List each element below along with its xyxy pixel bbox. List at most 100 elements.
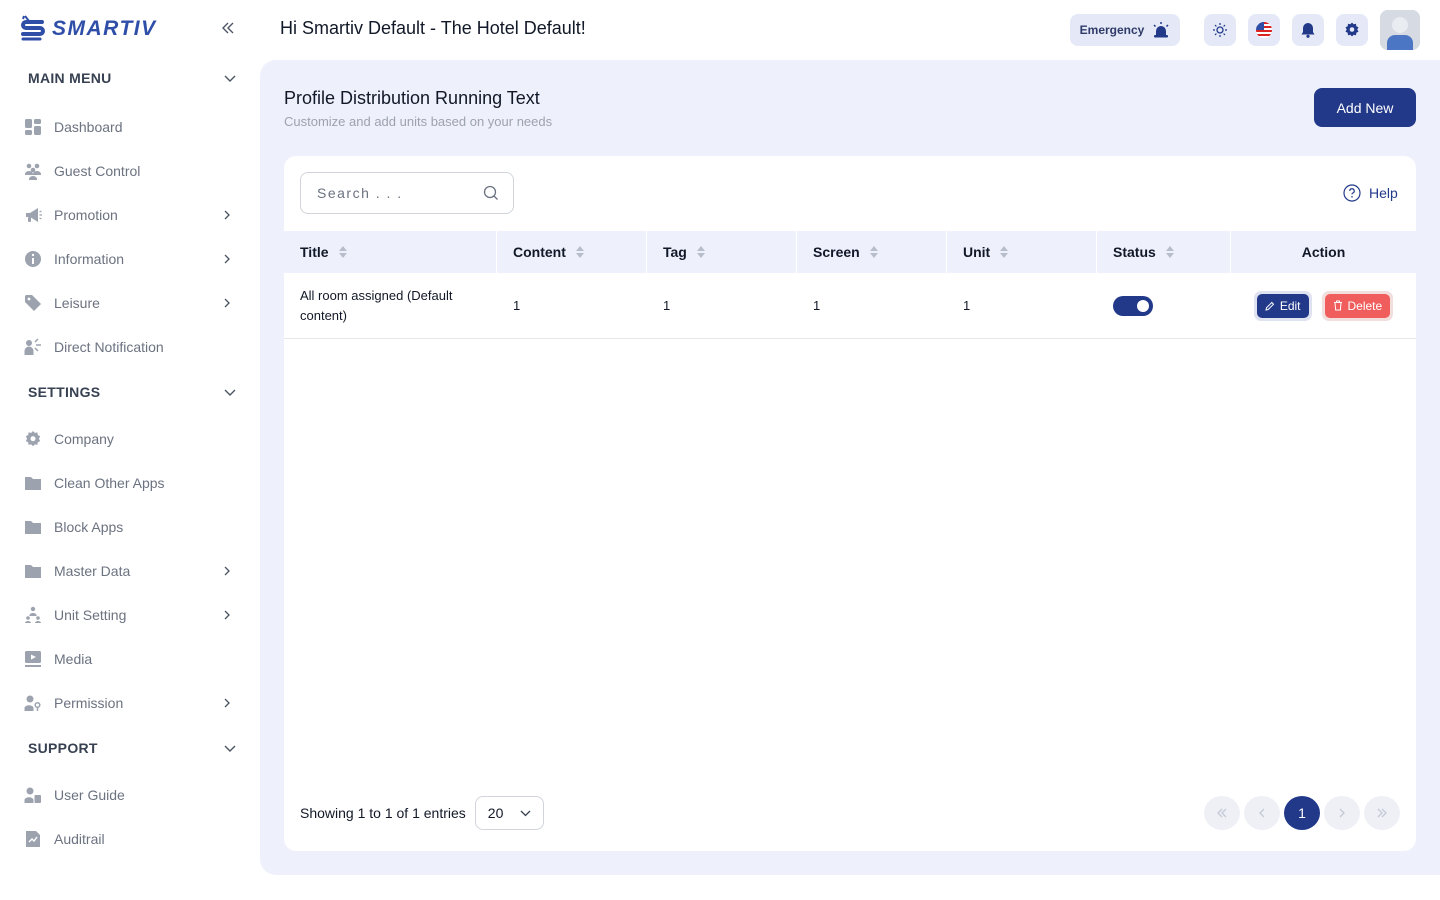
theme-toggle-button[interactable]: [1204, 14, 1236, 46]
search-box[interactable]: [300, 172, 514, 214]
column-header-unit[interactable]: Unit: [947, 231, 1097, 273]
sidebar-item-clean-other-apps[interactable]: Clean Other Apps: [24, 469, 240, 497]
column-header-content[interactable]: Content: [497, 231, 647, 273]
settings-button[interactable]: [1336, 14, 1368, 46]
sort-icon: [869, 246, 878, 258]
add-new-button[interactable]: Add New: [1314, 88, 1416, 127]
first-page-button[interactable]: [1204, 796, 1240, 830]
next-page-button[interactable]: [1324, 796, 1360, 830]
prev-page-button[interactable]: [1244, 796, 1280, 830]
page-button-current[interactable]: 1: [1284, 796, 1320, 830]
section-main-menu[interactable]: MAIN MENU: [28, 66, 240, 90]
sort-icon: [338, 246, 347, 258]
audit-icon: [24, 830, 42, 848]
sidebar-item-label: Auditrail: [54, 831, 105, 847]
sidebar-item-user-guide[interactable]: User Guide: [24, 781, 240, 809]
sidebar-item-label: Master Data: [54, 563, 131, 579]
sidebar-item-block-apps[interactable]: Block Apps: [24, 513, 240, 541]
column-header-tag[interactable]: Tag: [647, 231, 797, 273]
column-tag-label: Tag: [663, 244, 687, 260]
smartiv-logo-icon: [21, 15, 45, 41]
us-flag-icon: [1256, 22, 1272, 38]
tag-icon: [24, 294, 42, 312]
sort-icon: [575, 246, 584, 258]
sidebar-item-direct-notification[interactable]: Direct Notification: [24, 333, 240, 361]
page-title: Profile Distribution Running Text: [284, 88, 540, 108]
sidebar-item-label: Block Apps: [54, 519, 124, 535]
collapse-sidebar-button[interactable]: [218, 18, 238, 38]
sidebar-item-master-data[interactable]: Master Data: [24, 557, 240, 585]
chevron-right-icon: [224, 210, 230, 220]
notifications-button[interactable]: [1292, 14, 1324, 46]
sidebar-item-company[interactable]: Company: [24, 425, 240, 453]
sidebar-item-auditrail[interactable]: Auditrail: [24, 825, 240, 853]
edit-button[interactable]: Edit: [1253, 290, 1312, 321]
sidebar-item-promotion[interactable]: Promotion: [24, 201, 240, 229]
section-settings[interactable]: SETTINGS: [28, 380, 240, 404]
column-unit-label: Unit: [963, 244, 991, 260]
sidebar-item-dashboard[interactable]: Dashboard: [24, 113, 240, 141]
brand-logo[interactable]: SMARTIV: [20, 12, 157, 46]
sidebar-item-label: Promotion: [54, 207, 118, 223]
brand-name: SMARTIV: [52, 17, 157, 40]
sidebar-item-permission[interactable]: Permission: [24, 689, 240, 717]
sort-icon: [1000, 246, 1009, 258]
main-panel: Profile Distribution Running Text Custom…: [260, 60, 1440, 875]
chevron-down-icon: [224, 745, 236, 752]
sidebar-item-label: Direct Notification: [54, 339, 164, 355]
sidebar-item-label: Unit Setting: [54, 607, 127, 623]
chevron-right-icon: [224, 566, 230, 576]
sidebar-item-guest-control[interactable]: Guest Control: [24, 157, 240, 185]
page-subtitle: Customize and add units based on your ne…: [284, 114, 553, 129]
toggle-knob: [1137, 299, 1149, 312]
language-button[interactable]: [1248, 14, 1280, 46]
search-input[interactable]: [317, 185, 467, 201]
sidebar-item-label: Media: [54, 651, 93, 667]
column-title-label: Title: [300, 244, 329, 260]
bell-icon: [1301, 23, 1315, 38]
sidebar-item-label: Clean Other Apps: [54, 475, 165, 491]
sidebar-item-unit-setting[interactable]: Unit Setting: [24, 601, 240, 629]
user-avatar[interactable]: [1380, 10, 1420, 50]
column-header-title[interactable]: Title: [284, 231, 497, 273]
search-icon[interactable]: [483, 185, 499, 201]
sidebar-item-label: Information: [54, 251, 125, 267]
sidebar-item-label: Permission: [54, 695, 124, 711]
per-page-value: 20: [487, 805, 504, 821]
table-row: All room assigned (Default content) 1 1 …: [284, 273, 1416, 339]
chevron-left-icon: [1259, 808, 1265, 818]
entries-summary: Showing 1 to 1 of 1 entries: [300, 805, 466, 821]
pencil-icon: [1265, 301, 1275, 311]
folder-icon: [24, 562, 42, 580]
sidebar-item-leisure[interactable]: Leisure: [24, 289, 240, 317]
trash-icon: [1333, 300, 1342, 311]
section-title: SETTINGS: [28, 384, 101, 400]
media-icon: [24, 650, 42, 668]
column-header-status[interactable]: Status: [1097, 231, 1231, 273]
emergency-label: Emergency: [1079, 23, 1145, 37]
pagination: 1: [1204, 796, 1400, 830]
section-support[interactable]: SUPPORT: [28, 736, 240, 760]
help-link[interactable]: Help: [1343, 184, 1398, 202]
edit-label: Edit: [1279, 298, 1301, 313]
sidebar-item-media[interactable]: Media: [24, 645, 240, 673]
per-page-select[interactable]: 20: [474, 796, 544, 830]
emergency-button[interactable]: Emergency: [1070, 14, 1180, 46]
cell-tag: 1: [663, 297, 671, 313]
user-guide-icon: [24, 786, 42, 804]
status-toggle[interactable]: [1113, 295, 1153, 316]
table-header: Title Content Tag Screen Unit Status Act…: [284, 231, 1416, 273]
folder-icon: [24, 518, 42, 536]
siren-icon: [1153, 22, 1169, 38]
double-chevron-left-icon: [1217, 808, 1227, 818]
double-chevron-left-icon: [222, 22, 234, 34]
column-header-action: Action: [1231, 231, 1416, 273]
column-header-screen[interactable]: Screen: [797, 231, 947, 273]
sidebar-item-label: User Guide: [54, 787, 125, 803]
sidebar: SMARTIV MAIN MENU Dashboard Guest Control P…: [0, 0, 260, 900]
last-page-button[interactable]: [1364, 796, 1400, 830]
info-icon: [24, 250, 42, 268]
delete-button[interactable]: Delete: [1321, 290, 1394, 321]
column-content-label: Content: [513, 244, 566, 260]
sidebar-item-information[interactable]: Information: [24, 245, 240, 273]
